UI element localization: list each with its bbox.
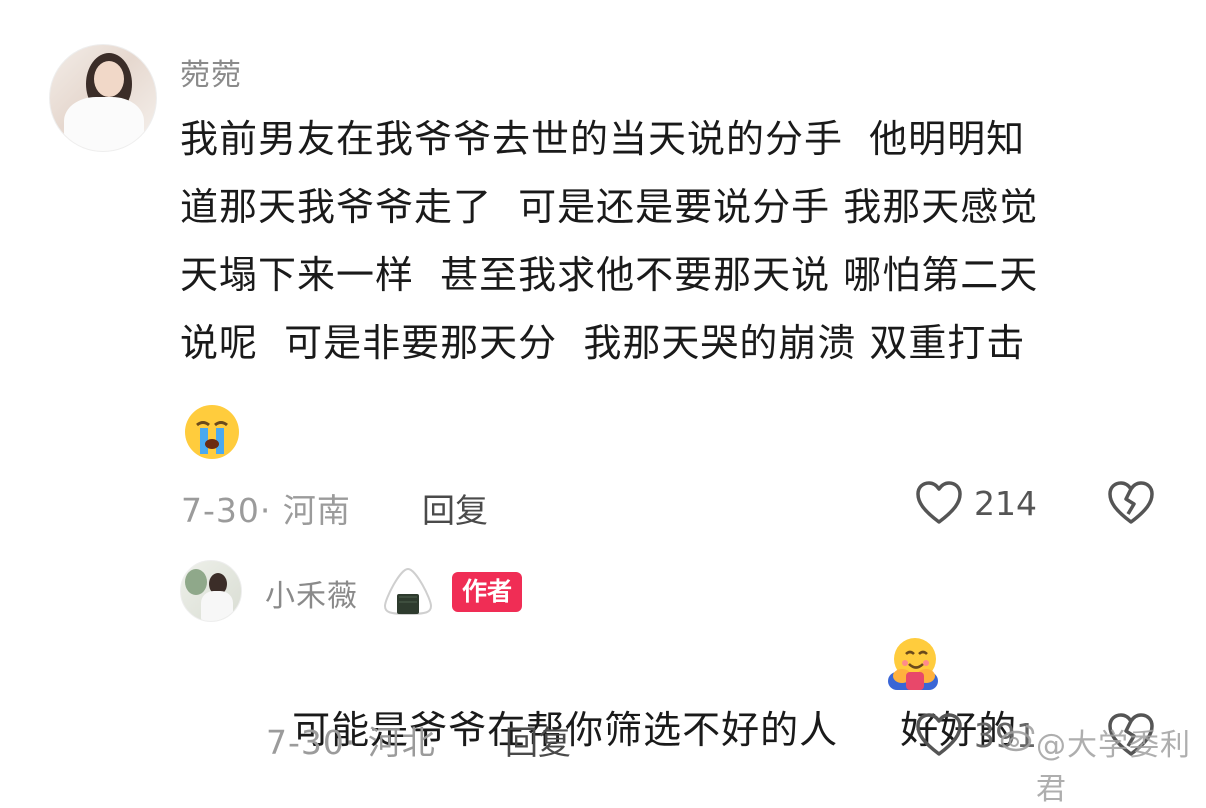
loudly-crying-emoji-icon — [185, 405, 239, 459]
commenter-avatar[interactable] — [49, 44, 157, 152]
weibo-logo-icon — [1000, 724, 1035, 752]
comment-text: 我前男友在我爷爷去世的当天说的分手 他明明知 道那天我爷爷走了 可是还是要说分手… — [180, 117, 1039, 365]
reply-like-heart-icon[interactable] — [915, 712, 963, 758]
dislike-broken-heart-icon[interactable] — [1107, 480, 1155, 526]
reply-date-location: 7-30· 河北 — [266, 723, 436, 762]
avatar-plant — [185, 569, 207, 595]
watermark: @大学委利君 — [1036, 728, 1191, 807]
commenter-username[interactable]: 菀菀 — [180, 50, 242, 94]
author-badge: 作者 — [452, 572, 523, 612]
like-count: 214 — [974, 484, 1037, 523]
avatar-body — [201, 591, 233, 621]
author-username[interactable]: 小禾薇 — [265, 571, 358, 615]
reply-button[interactable]: 回复 — [422, 484, 488, 532]
comment-date-location: 7-30· 河南 — [181, 491, 351, 530]
avatar-face — [94, 61, 124, 97]
reply-reply-button[interactable]: 回复 — [505, 716, 571, 764]
avatar-body — [64, 97, 144, 151]
rice-ball-icon — [383, 567, 433, 616]
hugging-face-emoji-icon — [888, 638, 938, 690]
like-heart-icon[interactable] — [915, 480, 963, 526]
author-avatar[interactable] — [180, 560, 242, 622]
